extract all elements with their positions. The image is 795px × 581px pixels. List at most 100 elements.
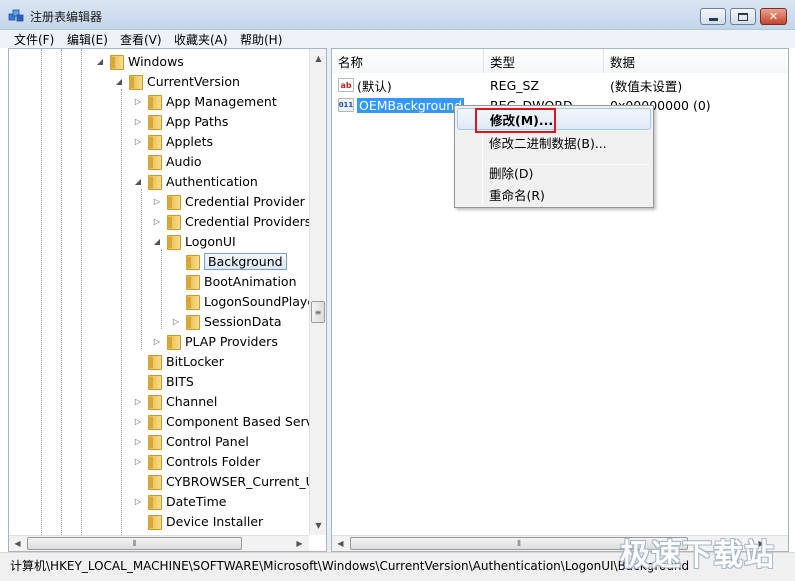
tree-item-channel[interactable]: ▷ Channel xyxy=(133,391,217,411)
folder-icon xyxy=(147,154,162,170)
menu-item-delete[interactable]: 删除(D) xyxy=(457,161,651,183)
folder-icon xyxy=(147,114,162,130)
tree-item-label: DateTime xyxy=(166,493,227,509)
status-path: 计算机\HKEY_LOCAL_MACHINE\SOFTWARE\Microsof… xyxy=(10,559,690,573)
folder-icon xyxy=(109,54,124,70)
tree-item-label: Credential Provider F xyxy=(185,193,316,209)
scroll-left-icon[interactable]: ◀ xyxy=(333,536,348,551)
expander-icon[interactable]: ◢ xyxy=(95,56,105,66)
column-name[interactable]: 名称 xyxy=(332,49,484,73)
menu-edit[interactable]: 编辑(E) xyxy=(67,31,108,48)
tree-item-control-panel[interactable]: ▷ Control Panel xyxy=(133,431,249,451)
expander-icon[interactable]: ▷ xyxy=(133,396,143,406)
tree-item-applets[interactable]: ▷ Applets xyxy=(133,131,213,151)
tree-item-background[interactable]: Background xyxy=(171,251,287,271)
tree-vertical-scrollbar[interactable]: ▲ ≡ ▼ xyxy=(309,49,326,535)
registry-tree[interactable]: ◢ Windows ◢ CurrentVersion ▷ App Management… xyxy=(8,48,327,552)
expander-icon[interactable]: ▷ xyxy=(133,416,143,426)
scroll-down-icon[interactable]: ▼ xyxy=(311,518,326,533)
tree-item-label: App Paths xyxy=(166,113,229,129)
column-type[interactable]: 类型 xyxy=(484,49,604,73)
tree-item-credential-provider-f[interactable]: ▷ Credential Provider F xyxy=(152,191,316,211)
expander-icon[interactable]: ▷ xyxy=(133,456,143,466)
expander-icon[interactable]: ◢ xyxy=(114,76,124,86)
tree-item-label: Control Panel xyxy=(166,433,249,449)
regedit-icon xyxy=(8,9,24,22)
expander-icon[interactable]: ▷ xyxy=(152,336,162,346)
value-row-default[interactable]: ab (默认) REG_SZ (数值未设置) xyxy=(338,75,778,95)
scrollbar-thumb[interactable]: ⦀ xyxy=(27,537,242,550)
tree-item-bootanimation[interactable]: BootAnimation xyxy=(171,271,297,291)
tree-item-bits[interactable]: BITS xyxy=(133,371,194,391)
tree-item-bitlocker[interactable]: BitLocker xyxy=(133,351,224,371)
folder-icon xyxy=(128,74,143,90)
tree-item-label: PLAP Providers xyxy=(185,333,278,349)
expander-icon xyxy=(133,356,143,366)
menu-view[interactable]: 查看(V) xyxy=(120,31,162,48)
scrollbar-thumb[interactable]: ≡ xyxy=(311,301,325,323)
tree-item-sessiondata[interactable]: ▷ SessionData xyxy=(171,311,282,331)
expander-icon[interactable]: ▷ xyxy=(133,496,143,506)
string-value-icon: ab xyxy=(338,78,354,92)
tree-item-label: Controls Folder xyxy=(166,453,261,469)
menu-favorites[interactable]: 收藏夹(A) xyxy=(174,31,228,48)
tree-item-currentversion[interactable]: ◢ CurrentVersion xyxy=(114,71,240,91)
value-type: REG_SZ xyxy=(490,77,540,93)
close-icon: ✕ xyxy=(768,10,779,23)
tree-item-logonsoundplayer[interactable]: LogonSoundPlaye xyxy=(171,291,315,311)
tree-item-label: Background xyxy=(204,252,287,270)
tree-item-cybrowser[interactable]: CYBROWSER_Current_Up xyxy=(133,471,323,491)
tree-item-datetime[interactable]: ▷ DateTime xyxy=(133,491,226,511)
expander-icon[interactable]: ▷ xyxy=(133,116,143,126)
folder-icon xyxy=(147,354,162,370)
expander-icon[interactable]: ▷ xyxy=(152,196,162,206)
expander-icon[interactable]: ▷ xyxy=(133,96,143,106)
tree-item-app-management[interactable]: ▷ App Management xyxy=(133,91,277,111)
folder-icon xyxy=(147,494,162,510)
minimize-button[interactable] xyxy=(700,8,726,25)
dword-value-icon: 011 xyxy=(338,98,354,112)
folder-icon xyxy=(147,94,162,110)
expander-icon[interactable]: ▷ xyxy=(171,316,181,326)
tree-item-device-installer[interactable]: Device Installer xyxy=(133,511,263,531)
folder-icon xyxy=(166,214,181,230)
expander-icon xyxy=(171,256,181,266)
scroll-left-icon[interactable]: ◀ xyxy=(10,536,25,551)
expander-icon[interactable]: ◢ xyxy=(152,236,162,246)
menu-item-modify-binary[interactable]: 修改二进制数据(B)... xyxy=(457,131,651,153)
expander-icon[interactable]: ▷ xyxy=(133,436,143,446)
tree-item-label: CurrentVersion xyxy=(147,73,240,89)
expander-icon[interactable]: ▷ xyxy=(133,136,143,146)
tree-item-windows[interactable]: ◢ Windows xyxy=(95,51,184,71)
tree-item-component-based-servicing[interactable]: ▷ Component Based Servi xyxy=(133,411,317,431)
close-button[interactable]: ✕ xyxy=(760,8,787,25)
tree-item-audio[interactable]: Audio xyxy=(133,151,202,171)
tree-item-credential-providers[interactable]: ▷ Credential Providers xyxy=(152,211,311,231)
menu-help[interactable]: 帮助(H) xyxy=(240,31,282,48)
tree-item-label: Component Based Servi xyxy=(166,413,317,429)
expander-icon[interactable]: ▷ xyxy=(152,216,162,226)
expander-icon xyxy=(133,516,143,526)
minimize-icon xyxy=(708,18,718,21)
menu-item-rename[interactable]: 重命名(R) xyxy=(457,183,651,205)
tree-item-app-paths[interactable]: ▷ App Paths xyxy=(133,111,228,131)
expander-icon xyxy=(133,156,143,166)
tree-item-authentication[interactable]: ◢ Authentication xyxy=(133,171,258,191)
tree-guide-line xyxy=(41,49,42,551)
column-data[interactable]: 数据 xyxy=(604,49,788,73)
tree-item-controls-folder[interactable]: ▷ Controls Folder xyxy=(133,451,260,471)
tree-item-label: Audio xyxy=(166,153,202,169)
tree-guide-line xyxy=(161,249,162,329)
maximize-button[interactable] xyxy=(730,8,756,25)
scroll-right-icon[interactable]: ▶ xyxy=(292,536,307,551)
expander-icon[interactable]: ◢ xyxy=(133,176,143,186)
tree-item-label: App Management xyxy=(166,93,277,109)
scroll-up-icon[interactable]: ▲ xyxy=(311,51,326,66)
tree-item-plap-providers[interactable]: ▷ PLAP Providers xyxy=(152,331,278,351)
tree-horizontal-scrollbar[interactable]: ◀ ⦀ ▶ xyxy=(9,535,309,551)
menu-bar: 文件(F) 编辑(E) 查看(V) 收藏夹(A) 帮助(H) xyxy=(0,30,795,48)
folder-icon xyxy=(185,294,200,310)
tree-item-logonui[interactable]: ◢ LogonUI xyxy=(152,231,236,251)
folder-icon xyxy=(166,334,181,350)
menu-file[interactable]: 文件(F) xyxy=(14,31,54,48)
